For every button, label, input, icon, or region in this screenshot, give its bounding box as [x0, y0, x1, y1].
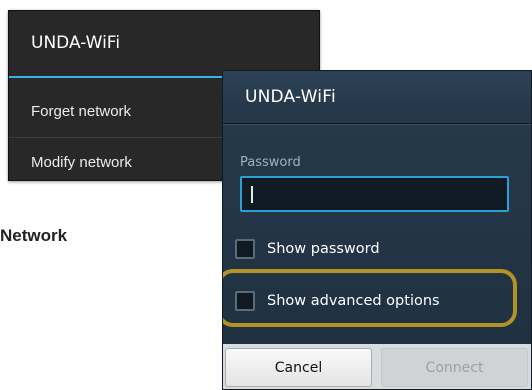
show-advanced-options-row[interactable]: Show advanced options — [235, 286, 440, 316]
password-input[interactable] — [240, 176, 509, 212]
show-password-label: Show password — [267, 241, 380, 257]
dialog-title: UNDA-WiFi — [245, 87, 336, 107]
connect-button[interactable]: Connect — [381, 348, 528, 387]
show-password-row[interactable]: Show password — [235, 234, 380, 264]
wifi-connect-dialog: UNDA-WiFi Password Show password Show ad… — [222, 70, 532, 390]
cancel-button[interactable]: Cancel — [225, 348, 372, 387]
dialog-button-bar: Cancel Connect — [223, 344, 531, 389]
show-advanced-options-label: Show advanced options — [267, 293, 440, 309]
show-password-checkbox[interactable] — [235, 239, 255, 259]
password-label: Password — [240, 155, 301, 170]
network-heading: Network — [0, 226, 68, 245]
text-cursor — [251, 186, 253, 203]
show-advanced-options-checkbox[interactable] — [235, 291, 255, 311]
context-menu-title: UNDA-WiFi — [31, 33, 121, 53]
dialog-title-divider-highlight — [223, 124, 531, 125]
